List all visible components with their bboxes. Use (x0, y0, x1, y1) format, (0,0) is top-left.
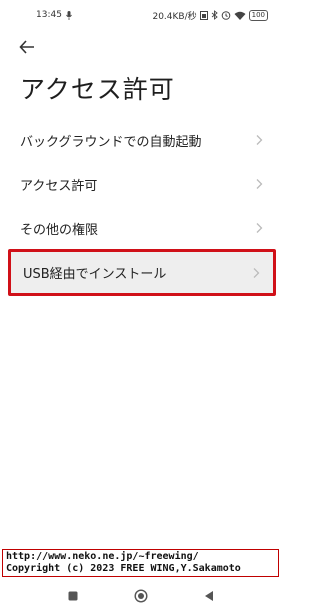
back-triangle-icon (205, 591, 213, 601)
wifi-icon (234, 11, 246, 20)
status-time: 13:45 (36, 10, 62, 20)
menu-item-install-via-usb[interactable]: USB経由でインストール (8, 249, 276, 296)
chevron-right-icon (253, 267, 260, 278)
watermark-url: http://www.neko.ne.jp/~freewing/ (6, 551, 199, 562)
watermark-copyright: Copyright (c) 2023 FREE WING,Y.Sakamoto (6, 563, 241, 574)
back-button[interactable] (16, 36, 38, 58)
bluetooth-icon (211, 10, 218, 20)
nav-back-button[interactable] (201, 588, 217, 604)
home-circle-icon (134, 589, 148, 603)
chevron-right-icon (256, 179, 263, 189)
menu-item-label: USB経由でインストール (23, 267, 167, 282)
network-speed: 20.4KB/秒 (152, 11, 197, 22)
recents-square-icon (68, 591, 78, 601)
status-right: 20.4KB/秒 100 (152, 9, 268, 22)
menu-item-other-permissions[interactable]: その他の権限 (8, 206, 276, 250)
status-left: 13:45 (36, 10, 72, 20)
menu-item-label: バックグラウンドでの自動起動 (20, 134, 202, 150)
alarm-icon (221, 11, 230, 20)
status-bar: 13:45 20.4KB/秒 100 (0, 0, 282, 30)
home-button[interactable] (133, 588, 149, 604)
recents-button[interactable] (65, 588, 81, 604)
menu-item-label: アクセス許可 (20, 178, 98, 194)
battery-icon: 100 (248, 9, 268, 21)
arrow-left-icon (19, 40, 34, 54)
watermark: http://www.neko.ne.jp/~freewing/ Copyrig… (2, 549, 279, 577)
chevron-right-icon (256, 223, 263, 233)
mic-icon (66, 10, 72, 20)
sim-icon (199, 10, 208, 20)
chevron-right-icon (256, 135, 263, 145)
navigation-bar (0, 580, 282, 612)
menu-item-access-permission[interactable]: アクセス許可 (8, 162, 276, 206)
menu-item-label: その他の権限 (20, 222, 99, 238)
menu-item-background-autostart[interactable]: バックグラウンドでの自動起動 (8, 118, 276, 162)
page-title: アクセス許可 (20, 75, 175, 104)
